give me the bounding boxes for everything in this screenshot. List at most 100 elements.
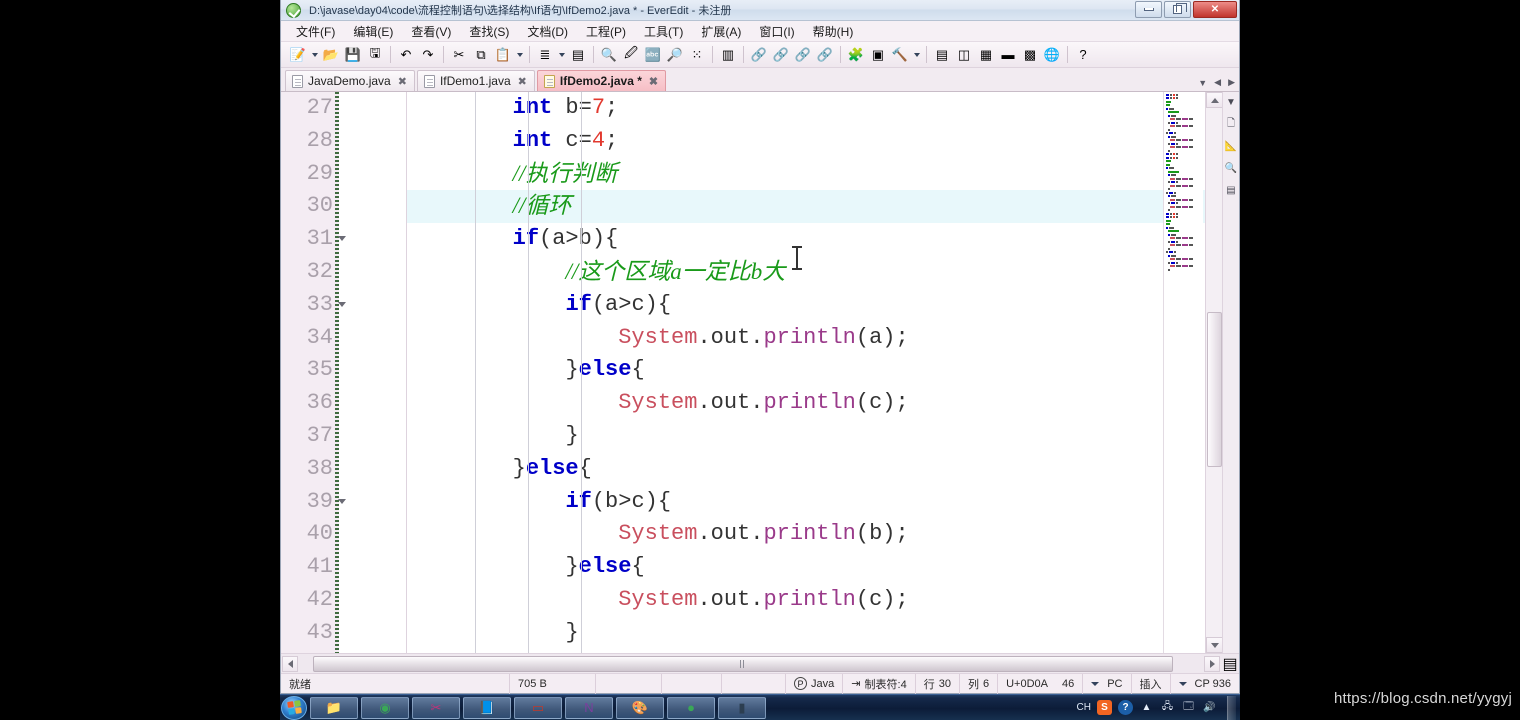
code-line[interactable]: //这个区域a一定比b大 — [407, 256, 1239, 289]
code-line[interactable]: } — [407, 420, 1239, 453]
cut-icon[interactable]: ✂ — [448, 44, 470, 66]
menu-project[interactable]: 工程(P) — [577, 21, 635, 42]
bookmark-clear-icon[interactable]: 🔗 — [814, 44, 836, 66]
plugin-icon[interactable]: 🧩 — [845, 44, 867, 66]
menu-edit[interactable]: 编辑(E) — [344, 21, 402, 42]
tab-ifdemo1[interactable]: IfDemo1.java ✖ — [416, 70, 535, 91]
volume-icon[interactable]: 🔊 — [1202, 700, 1217, 715]
taskbar-onenote-icon[interactable]: N — [565, 696, 613, 719]
tab-close-icon[interactable]: ✖ — [518, 75, 527, 88]
search-panel-icon[interactable]: 🔍 — [1225, 162, 1238, 175]
bookmark-column[interactable] — [339, 92, 407, 653]
ruler-icon[interactable]: 📐 — [1225, 140, 1238, 153]
fold-triangle-icon[interactable] — [338, 236, 346, 242]
code-line[interactable]: int b=7; — [407, 92, 1239, 125]
show-desktop-button[interactable] — [1227, 695, 1236, 720]
bookmark-next-icon[interactable]: 🔗 — [770, 44, 792, 66]
scroll-right-button[interactable] — [1204, 655, 1220, 672]
code-line[interactable]: System.out.println(b); — [407, 518, 1239, 551]
chevron-down-icon[interactable] — [514, 44, 525, 66]
menu-view[interactable]: 查看(V) — [402, 21, 460, 42]
tab-scroll-left-icon[interactable]: ◀ — [1214, 77, 1221, 88]
maximize-button[interactable] — [1164, 1, 1191, 18]
vertical-scrollbar[interactable] — [1205, 92, 1223, 653]
help-icon[interactable]: ? — [1072, 44, 1094, 66]
status-language[interactable]: P Java — [786, 673, 844, 694]
chevron-down-icon[interactable] — [309, 44, 320, 66]
minimize-button[interactable] — [1135, 1, 1162, 18]
document-minimap[interactable] — [1163, 92, 1203, 653]
status-line-ending[interactable]: PC — [1083, 673, 1132, 694]
tab-scroll-right-icon[interactable]: ▶ — [1228, 77, 1235, 88]
taskbar-chrome-icon[interactable]: ◉ — [361, 696, 409, 719]
code-line[interactable]: if(a>c){ — [407, 289, 1239, 322]
status-insert-mode[interactable]: 插入 — [1132, 673, 1171, 694]
code-line[interactable]: }else{ — [407, 453, 1239, 486]
browser-icon[interactable]: 🌐 — [1041, 44, 1063, 66]
code-line[interactable]: } — [407, 617, 1239, 650]
code-line[interactable]: int c=4; — [407, 125, 1239, 158]
vertical-scroll-thumb[interactable] — [1207, 312, 1222, 467]
find-in-files-icon[interactable]: 🔎 — [664, 44, 686, 66]
sogou-input-icon[interactable]: S — [1097, 700, 1112, 715]
replace-icon[interactable]: 🖉 — [620, 44, 642, 66]
compare-icon[interactable]: ⁙ — [686, 44, 708, 66]
split-view-icon[interactable]: ▤ — [1222, 656, 1238, 673]
chevron-down-icon[interactable] — [556, 44, 567, 66]
horizontal-scroll-track[interactable] — [299, 655, 1203, 672]
find-icon[interactable]: 🔍 — [598, 44, 620, 66]
scroll-down-button[interactable] — [1206, 637, 1223, 653]
chevron-down-icon[interactable] — [911, 44, 922, 66]
taskbar-notepad-icon[interactable]: 📘 — [463, 696, 511, 719]
code-line[interactable]: //执行判断 — [407, 158, 1239, 191]
scroll-up-button[interactable] — [1206, 92, 1223, 108]
sort-abc-icon[interactable]: 🔤 — [642, 44, 664, 66]
word-wrap-icon[interactable]: ▤ — [567, 44, 589, 66]
code-line[interactable]: System.out.println(a); — [407, 322, 1239, 355]
paste-icon[interactable]: 📋 — [492, 44, 514, 66]
taskbar-everedit-icon[interactable]: ● — [667, 696, 715, 719]
code-line[interactable]: //循环 — [407, 190, 1239, 224]
menu-file[interactable]: 文件(F) — [287, 21, 344, 42]
tab-list-dropdown-icon[interactable]: ▼ — [1198, 78, 1207, 88]
console-panel-icon[interactable]: ▬ — [997, 44, 1019, 66]
fold-triangle-icon[interactable] — [338, 498, 346, 504]
tab-javademo[interactable]: JavaDemo.java ✖ — [285, 70, 415, 91]
fold-triangle-icon[interactable] — [338, 301, 346, 307]
explorer-panel-icon[interactable]: ▤ — [931, 44, 953, 66]
document-map-icon[interactable]: 🗋 — [1225, 118, 1238, 131]
panel-dropdown-icon[interactable]: ▼ — [1225, 96, 1238, 109]
taskbar-explorer-icon[interactable]: 📁 — [310, 696, 358, 719]
indent-lines-icon[interactable]: ≣ — [534, 44, 556, 66]
bookmark-prev-icon[interactable]: 🔗 — [792, 44, 814, 66]
outline-panel-icon[interactable]: ▦ — [975, 44, 997, 66]
menu-extensions[interactable]: 扩展(A) — [692, 21, 750, 42]
start-button[interactable] — [281, 695, 307, 720]
tab-close-icon[interactable]: ✖ — [649, 75, 658, 88]
code-line[interactable]: System.out.println(c); — [407, 387, 1239, 420]
outline-panel-icon[interactable]: ▤ — [1225, 184, 1238, 197]
code-line[interactable]: System.out.println(c); — [407, 584, 1239, 617]
menu-help[interactable]: 帮助(H) — [804, 21, 863, 42]
line-number-gutter[interactable]: 27 28 29 30 31 32 33 34 35 36 37 38 39 40 41 42 43 — [281, 92, 346, 653]
build-tool-icon[interactable]: 🔨 — [889, 44, 911, 66]
horizontal-scrollbar[interactable]: ▤ — [281, 653, 1239, 673]
code-canvas[interactable]: int b=7; int c=4; //执行判断 //循环 if(a>b){ /… — [407, 92, 1239, 653]
code-line[interactable]: if(a>b){ — [407, 223, 1239, 256]
network-error-icon[interactable]: 🖧 — [1160, 700, 1175, 715]
bookmark-toggle-icon[interactable]: 🔗 — [748, 44, 770, 66]
status-tab-setting[interactable]: ⇥ 制表符:4 — [843, 673, 916, 694]
redo-icon[interactable]: ↷ — [417, 44, 439, 66]
code-line[interactable]: }else{ — [407, 354, 1239, 387]
status-codepage[interactable]: CP 936 — [1171, 674, 1240, 694]
menu-search[interactable]: 查找(S) — [460, 21, 518, 42]
column-mode-icon[interactable]: ▥ — [717, 44, 739, 66]
menu-window[interactable]: 窗口(I) — [750, 21, 803, 42]
copy-icon[interactable]: ⧉ — [470, 44, 492, 66]
taskbar-recorder-icon[interactable]: ▭ — [514, 696, 562, 719]
grid-panel-icon[interactable]: ▩ — [1019, 44, 1041, 66]
save-icon[interactable]: 💾 — [342, 44, 364, 66]
menu-tools[interactable]: 工具(T) — [635, 21, 692, 42]
taskbar-cmd-icon[interactable]: ▮ — [718, 696, 766, 719]
expand-tray-icon[interactable]: ▲ — [1139, 700, 1154, 715]
